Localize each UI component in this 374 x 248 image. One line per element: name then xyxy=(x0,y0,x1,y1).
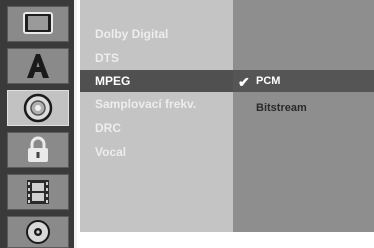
tv-icon xyxy=(23,12,53,34)
category-recording[interactable] xyxy=(7,174,69,210)
bottom-margin xyxy=(80,232,374,248)
menu-item-mpeg[interactable]: MPEG xyxy=(95,70,130,92)
option-pcm[interactable]: PCM xyxy=(256,70,280,92)
category-display[interactable] xyxy=(7,6,69,42)
language-letter-a-icon xyxy=(27,54,49,78)
audio-disc-icon xyxy=(23,93,53,123)
category-audio[interactable] xyxy=(7,90,69,126)
menu-item-dts[interactable]: DTS xyxy=(95,47,119,69)
menu-item-dolby-digital[interactable]: Dolby Digital xyxy=(95,23,168,45)
category-disc[interactable] xyxy=(7,216,69,248)
disc-icon xyxy=(26,220,50,244)
setup-menu-screen: Dolby Digital DTS MPEG Samplovací frekv.… xyxy=(0,0,374,248)
menu-item-sample-frequency[interactable]: Samplovací frekv. xyxy=(95,93,196,115)
category-language[interactable] xyxy=(7,48,69,84)
category-icon-column xyxy=(0,0,77,248)
category-lock[interactable] xyxy=(7,132,69,168)
option-bitstream[interactable]: Bitstream xyxy=(256,97,307,119)
menu-item-drc[interactable]: DRC xyxy=(95,117,121,139)
checkmark-icon: ✔ xyxy=(238,74,250,90)
lock-icon xyxy=(28,136,48,162)
film-strip-icon xyxy=(27,180,49,204)
option-selection-highlight xyxy=(233,70,374,92)
menu-item-vocal[interactable]: Vocal xyxy=(95,141,126,163)
